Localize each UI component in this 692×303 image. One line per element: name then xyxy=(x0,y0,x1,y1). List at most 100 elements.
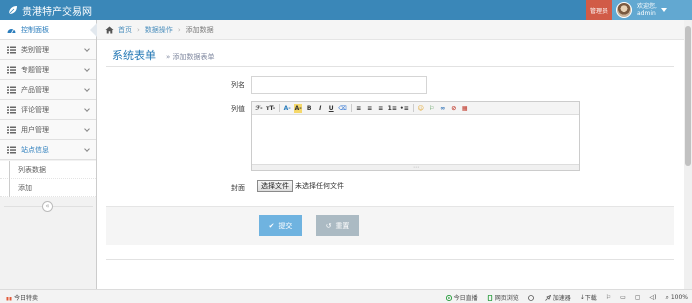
status-browse[interactable]: 网页浏览 xyxy=(487,293,519,302)
rich-text-editor[interactable]: ℱ- тT- A- A- B I U ⌫ ≡ ≡ ≡ 1≡ •≡ ☺ ⚐ ∞ ⊘… xyxy=(251,101,580,171)
editor-resize-handle[interactable]: ⋯ xyxy=(252,164,579,171)
sidebar-item-category[interactable]: 类别管理 xyxy=(0,40,96,60)
chevron-down-icon xyxy=(84,46,90,52)
flag-icon: ⚐ xyxy=(605,294,612,301)
font-family-button[interactable]: ℱ- xyxy=(255,104,263,113)
status-download[interactable]: ↓ 下载 xyxy=(580,293,597,302)
resize-grip-icon: ⋯ xyxy=(413,164,419,171)
choose-file-button[interactable]: 选择文件 xyxy=(257,180,293,192)
name-label: 列名 xyxy=(231,81,245,89)
sidebar-item-label: 产品管理 xyxy=(21,85,49,94)
status-flag[interactable]: ⚐ xyxy=(606,294,611,301)
divider xyxy=(106,259,674,260)
status-live[interactable]: 今日直播 xyxy=(445,293,478,302)
sidebar: 控制面板 类别管理 专题管理 产品管理 评论管理 用户管理 站点信息 列表数据 … xyxy=(0,20,97,289)
editor-toolbar: ℱ- тT- A- A- B I U ⌫ ≡ ≡ ≡ 1≡ •≡ ☺ ⚐ ∞ ⊘… xyxy=(252,102,579,115)
sidebar-subitem-label: 添加 xyxy=(18,183,32,192)
clear-format-button[interactable]: ⌫ xyxy=(338,104,346,113)
toolbar-separator xyxy=(412,104,414,112)
status-accelerator[interactable]: 加速器 xyxy=(544,293,571,302)
status-zoom[interactable]: ⌕ 100% xyxy=(665,294,688,302)
submit-button[interactable]: ✔ 提交 xyxy=(259,215,302,236)
sidebar-item-product[interactable]: 产品管理 xyxy=(0,80,96,100)
status-label: 下载 xyxy=(584,295,597,302)
image-button[interactable]: ⚐ xyxy=(428,104,436,113)
file-status-text: 未选择任何文件 xyxy=(295,182,344,190)
user-menu[interactable]: 欢迎您, admin xyxy=(612,0,692,20)
italic-button[interactable]: I xyxy=(316,104,324,113)
phone-icon xyxy=(487,294,492,301)
rocket-icon xyxy=(544,294,551,301)
sidebar-item-site-info[interactable]: 站点信息 xyxy=(0,140,96,160)
sidebar-item-label: 站点信息 xyxy=(21,145,49,154)
align-right-button[interactable]: ≡ xyxy=(377,104,385,113)
zoom-icon: ⌕ xyxy=(665,293,669,301)
underline-button[interactable]: U xyxy=(327,104,335,113)
top-navbar: 贵港特产交易网 管理员 欢迎您, admin xyxy=(0,0,692,20)
breadcrumb-section[interactable]: 数据操作 xyxy=(145,25,173,35)
align-center-button[interactable]: ≡ xyxy=(366,104,374,113)
list-icon xyxy=(7,126,16,133)
caret-down-icon xyxy=(660,8,667,12)
page-title: 系统表单 xyxy=(112,49,156,62)
editor-body[interactable] xyxy=(252,115,579,164)
leaf-logo-icon xyxy=(8,6,17,15)
unordered-list-button[interactable]: •≡ xyxy=(400,104,409,113)
sidebar-item-label: 类别管理 xyxy=(21,45,49,54)
brand[interactable]: 贵港特产交易网 xyxy=(8,0,92,20)
sidebar-item-dashboard[interactable]: 控制面板 xyxy=(0,20,97,40)
browser-status-bar: 今日特卖 今日直播 网页浏览 加速器 ↓ 下载 ⚐ ▭ ▢ ◁) ⌕ 100% xyxy=(0,289,692,303)
sidebar-item-topic[interactable]: 专题管理 xyxy=(0,60,96,80)
tree-line xyxy=(9,161,10,179)
sidebar-item-comment[interactable]: 评论管理 xyxy=(0,100,96,120)
sidebar-collapse-button[interactable]: « xyxy=(42,201,53,212)
divider xyxy=(106,66,674,67)
status-copy[interactable]: ▢ xyxy=(635,294,641,301)
vertical-scrollbar[interactable] xyxy=(684,20,692,289)
ordered-list-button[interactable]: 1≡ xyxy=(388,104,397,113)
status-screenshot[interactable] xyxy=(527,294,536,301)
unlink-button[interactable]: ⊘ xyxy=(450,104,458,113)
sidebar-subitem-add[interactable]: 添加 xyxy=(0,179,96,197)
welcome-text: 欢迎您, xyxy=(637,3,657,10)
screenshot-icon xyxy=(527,294,534,301)
chevron-down-icon xyxy=(84,146,90,152)
chevron-down-icon xyxy=(84,66,90,72)
check-icon: ✔ xyxy=(268,221,275,230)
breadcrumb-current: 添加数据 xyxy=(185,25,214,34)
list-icon xyxy=(7,86,16,93)
breadcrumb-separator: › xyxy=(137,25,140,34)
brand-title: 贵港特产交易网 xyxy=(22,6,92,18)
breadcrumb-home[interactable]: 首页 xyxy=(118,25,132,35)
status-sound[interactable]: ◁) xyxy=(650,294,657,301)
link-button[interactable]: ∞ xyxy=(439,104,447,113)
sidebar-item-label: 用户管理 xyxy=(21,125,49,134)
sidebar-item-label: 控制面板 xyxy=(21,25,49,34)
reset-button[interactable]: ↺ 重置 xyxy=(316,215,359,236)
highlight-color-button[interactable]: A- xyxy=(294,103,303,113)
font-color-button[interactable]: A- xyxy=(283,104,291,113)
sidebar-subitem-list-data[interactable]: 列表数据 xyxy=(0,161,96,179)
bold-button[interactable]: B xyxy=(305,104,313,113)
role-badge: 管理员 xyxy=(586,0,612,20)
status-today-sale[interactable]: 今日特卖 xyxy=(14,293,38,302)
home-icon xyxy=(105,26,114,33)
form-actions xyxy=(106,206,674,245)
toolbar-separator xyxy=(350,104,352,112)
submit-label: 提交 xyxy=(278,221,293,230)
scrollbar-thumb[interactable] xyxy=(685,26,691,166)
window-icon: ▭ xyxy=(620,294,626,301)
sidebar-item-user[interactable]: 用户管理 xyxy=(0,120,96,140)
toolbar-separator xyxy=(279,104,281,112)
name-input[interactable] xyxy=(251,76,427,94)
copy-icon: ▢ xyxy=(634,294,641,301)
chevron-down-icon xyxy=(84,106,90,112)
align-left-button[interactable]: ≡ xyxy=(355,104,363,113)
source-button[interactable]: ▦ xyxy=(461,104,469,113)
font-size-button[interactable]: тT- xyxy=(266,104,275,113)
emoticon-button[interactable]: ☺ xyxy=(417,104,425,113)
status-window[interactable]: ▭ xyxy=(620,294,626,301)
live-icon xyxy=(445,294,452,301)
list-icon xyxy=(7,66,16,73)
dashboard-icon xyxy=(7,28,16,33)
